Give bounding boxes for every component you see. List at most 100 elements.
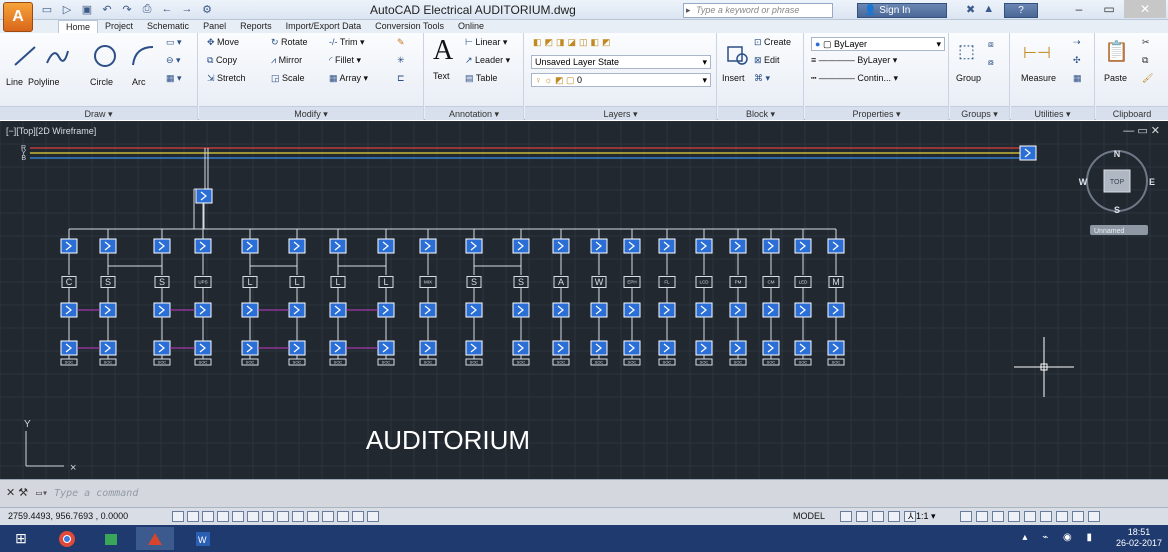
outgoing-breaker-18[interactable] <box>762 302 780 318</box>
final-breaker-1[interactable] <box>60 340 78 356</box>
calculator-icon[interactable]: ▦ <box>1073 73 1082 84</box>
outgoing-breaker-16[interactable] <box>695 302 713 318</box>
create-block-button[interactable]: ⊡ Create <box>754 37 791 48</box>
branch-breaker-14[interactable] <box>623 238 641 254</box>
status-tool-icon[interactable] <box>992 511 1004 522</box>
color-select[interactable]: ● ▢ ByLayer ▾ <box>811 37 945 51</box>
outgoing-breaker-6[interactable] <box>288 302 306 318</box>
final-breaker-3[interactable] <box>153 340 171 356</box>
branch-breaker-1[interactable] <box>60 238 78 254</box>
groups-panel-label[interactable]: Groups ▾ <box>950 106 1009 120</box>
block-panel-label[interactable]: Block ▾ <box>718 106 803 120</box>
insert-icon[interactable] <box>724 41 750 67</box>
dynamic-input-icon[interactable] <box>352 511 364 522</box>
status-tool-icon[interactable] <box>976 511 988 522</box>
tab-reports[interactable]: Reports <box>233 20 279 34</box>
polyline-button[interactable]: Polyline <box>28 77 60 87</box>
status-tool-icon[interactable] <box>872 511 884 522</box>
outgoing-breaker-2[interactable] <box>99 302 117 318</box>
ellipse-icon[interactable]: ⊖ ▾ <box>166 55 181 66</box>
workspace-icon[interactable]: ⚙ <box>200 3 214 16</box>
branch-breaker-16[interactable] <box>695 238 713 254</box>
application-menu-button[interactable]: A <box>3 2 33 32</box>
branch-breaker-18[interactable] <box>762 238 780 254</box>
scale-button[interactable]: ◲ Scale <box>271 73 305 84</box>
hatch-icon[interactable]: ▦ ▾ <box>166 73 182 84</box>
viewport-controls[interactable]: [−][Top][2D Wireframe] <box>6 126 96 136</box>
save-icon[interactable]: ▣ <box>80 3 94 16</box>
command-close-icon[interactable]: ✕ ⚒ <box>6 486 28 499</box>
cut-icon[interactable]: ✂ <box>1142 37 1150 48</box>
annotation-scale[interactable]: ⅄ 1:1 ▾ <box>908 511 936 522</box>
tab-online[interactable]: Online <box>451 20 491 34</box>
layer-tools-icon[interactable]: ◧◩◨◪◫◧◩ <box>533 37 614 48</box>
a360-icon[interactable]: ▲ <box>983 3 994 16</box>
plot-icon[interactable]: ⎙ <box>140 3 154 16</box>
compass-east[interactable]: E <box>1149 177 1155 187</box>
final-breaker-19[interactable] <box>794 340 812 356</box>
drawing-canvas[interactable]: [−][Top][2D Wireframe] — ▭ ✕ R Y B C SOC S… <box>0 121 1168 479</box>
outgoing-breaker-9[interactable] <box>419 302 437 318</box>
arc-icon[interactable] <box>130 43 156 69</box>
status-tool-icon[interactable] <box>960 511 972 522</box>
final-breaker-4[interactable] <box>194 340 212 356</box>
final-breaker-16[interactable] <box>695 340 713 356</box>
polar-tracking-icon[interactable] <box>232 511 244 522</box>
final-breaker-20[interactable] <box>827 340 845 356</box>
branch-breaker-17[interactable] <box>729 238 747 254</box>
final-breaker-5[interactable] <box>241 340 259 356</box>
object-snap-icon[interactable] <box>277 511 289 522</box>
branch-breaker-13[interactable] <box>590 238 608 254</box>
modify-panel-label[interactable]: Modify ▾ <box>199 106 423 120</box>
close-button[interactable]: ✕ <box>1124 0 1166 18</box>
final-breaker-8[interactable] <box>377 340 395 356</box>
branch-breaker-10[interactable] <box>465 238 483 254</box>
search-input[interactable]: Type a keyword or phrase <box>683 3 833 18</box>
text-icon[interactable]: A <box>433 35 453 67</box>
fillet-button[interactable]: ◜ Fillet ▾ <box>329 55 361 66</box>
final-breaker-12[interactable] <box>552 340 570 356</box>
compass-north[interactable]: N <box>1114 149 1121 159</box>
status-tool-icon[interactable] <box>1024 511 1036 522</box>
group-icon[interactable]: ⬚ <box>958 41 975 62</box>
rectangle-icon[interactable]: ▭ ▾ <box>166 37 182 48</box>
new-icon[interactable]: ▭ <box>40 3 54 16</box>
final-breaker-15[interactable] <box>658 340 676 356</box>
outgoing-breaker-15[interactable] <box>658 302 676 318</box>
word-icon[interactable]: W <box>184 527 222 550</box>
copy-button[interactable]: ⧉ Copy <box>207 55 237 66</box>
drawing-window-controls[interactable]: — ▭ ✕ <box>1123 124 1160 137</box>
stretch-button[interactable]: ⇲ Stretch <box>207 73 246 84</box>
tab-import-export[interactable]: Import/Export Data <box>279 20 369 34</box>
status-tool-icon[interactable] <box>1072 511 1084 522</box>
annotation-panel-label[interactable]: Annotation ▾ <box>425 106 523 120</box>
match-properties-icon[interactable]: 🖌 <box>1142 73 1153 84</box>
outgoing-breaker-4[interactable] <box>194 302 212 318</box>
ortho-mode-icon[interactable] <box>217 511 229 522</box>
measure-icon[interactable]: ⊢⊣ <box>1023 43 1051 63</box>
selection-cycling-icon[interactable] <box>322 511 334 522</box>
final-breaker-2[interactable] <box>99 340 117 356</box>
status-tool-icon[interactable] <box>1088 511 1100 522</box>
line-icon[interactable] <box>12 43 38 69</box>
tab-project[interactable]: Project <box>98 20 140 34</box>
quick-properties-icon[interactable] <box>367 511 379 522</box>
outgoing-breaker-10[interactable] <box>465 302 483 318</box>
sign-in-button[interactable]: 👤 Sign In <box>857 3 947 18</box>
branch-breaker-4[interactable] <box>194 238 212 254</box>
branch-breaker-20[interactable] <box>827 238 845 254</box>
branch-breaker-11[interactable] <box>512 238 530 254</box>
help-button[interactable]: ? <box>1004 3 1038 18</box>
branch-breaker-5[interactable] <box>241 238 259 254</box>
lineweight-select[interactable]: ≡ ———— ByLayer ▾ <box>811 55 945 66</box>
branch-breaker-9[interactable] <box>419 238 437 254</box>
final-breaker-18[interactable] <box>762 340 780 356</box>
final-breaker-11[interactable] <box>512 340 530 356</box>
layers-panel-label[interactable]: Layers ▾ <box>525 106 716 120</box>
edit-block-button[interactable]: ⊠ Edit <box>754 55 780 66</box>
maximize-button[interactable]: ▭ <box>1094 0 1124 18</box>
windows-start-icon[interactable]: ⊞ <box>2 527 40 550</box>
branch-breaker-3[interactable] <box>153 238 171 254</box>
group-edit-icon[interactable]: ⧇ <box>988 57 994 68</box>
current-layer-select[interactable]: ♀ ☼ ◩ ▢ 0 ▾ <box>531 73 711 87</box>
